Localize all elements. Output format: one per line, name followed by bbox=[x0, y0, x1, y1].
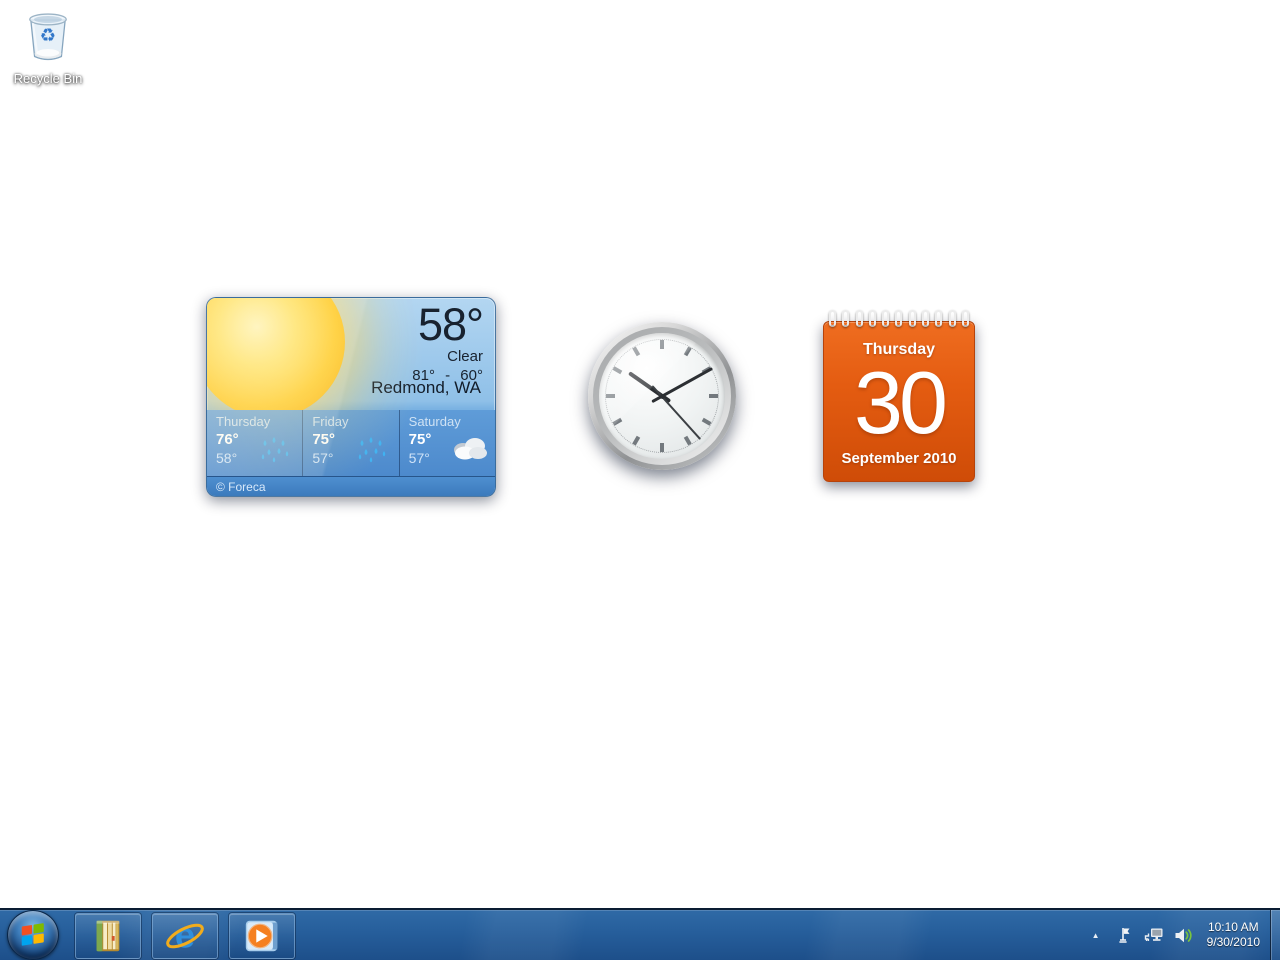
show-desktop-button[interactable] bbox=[1270, 910, 1280, 960]
network-icon[interactable] bbox=[1142, 924, 1166, 946]
recycle-bin-icon: ♻ bbox=[22, 6, 74, 64]
forecast-day: Thursday 76° 58° bbox=[207, 410, 302, 478]
rain-icon bbox=[354, 432, 392, 464]
foreca-label: © Foreca bbox=[216, 480, 266, 494]
calendar-spiral-binding bbox=[829, 310, 969, 330]
start-button[interactable] bbox=[7, 910, 59, 960]
calendar-page: Thursday 30 September 2010 bbox=[823, 321, 975, 482]
taskbar-button-windows-explorer[interactable] bbox=[75, 913, 141, 959]
clock-gadget[interactable] bbox=[588, 322, 736, 470]
svg-text:e: e bbox=[175, 915, 195, 955]
recycle-bin-label: Recycle Bin bbox=[14, 71, 83, 86]
taskbar-button-internet-explorer[interactable]: e bbox=[152, 913, 218, 959]
tray-date: 9/30/2010 bbox=[1207, 935, 1260, 950]
calendar-day-number: 30 bbox=[824, 363, 974, 444]
weather-condition: Clear bbox=[412, 348, 483, 365]
calendar-gadget[interactable]: Thursday 30 September 2010 bbox=[823, 310, 975, 482]
weather-current: 58° Clear 81° - 60° bbox=[412, 302, 483, 384]
system-tray: ▲ bbox=[1083, 910, 1280, 960]
current-temperature: 58° bbox=[412, 302, 483, 347]
internet-explorer-icon: e bbox=[163, 915, 207, 957]
clock-hands bbox=[599, 333, 725, 459]
clock-center-cap bbox=[660, 394, 665, 399]
desktop: ♻ Recycle Bin 58° Clear 81° - 60° Redmon… bbox=[0, 0, 1280, 960]
taskbar-clock[interactable]: 10:10 AM 9/30/2010 bbox=[1207, 920, 1260, 950]
weather-attribution-link[interactable]: © Foreca bbox=[207, 476, 495, 496]
windows-media-player-icon bbox=[242, 916, 282, 956]
forecast-day: Saturday 75° 57° bbox=[399, 410, 495, 478]
cloudy-icon bbox=[450, 432, 488, 464]
weather-gadget[interactable]: 58° Clear 81° - 60° Redmond, WA Thursday… bbox=[206, 297, 496, 497]
action-center-flag-icon[interactable] bbox=[1112, 924, 1136, 946]
wallpaper-light-rays bbox=[0, 0, 1280, 960]
taskbar-button-windows-media-player[interactable] bbox=[229, 913, 295, 959]
recycle-bin[interactable]: ♻ Recycle Bin bbox=[8, 6, 88, 88]
forecast-day: Friday 75° 57° bbox=[302, 410, 398, 478]
taskbar: e ▲ bbox=[0, 908, 1280, 960]
second-hand bbox=[652, 385, 701, 440]
svg-text:♻: ♻ bbox=[40, 25, 56, 46]
rain-icon bbox=[257, 432, 295, 464]
sun-icon bbox=[206, 297, 345, 418]
windows-explorer-icon bbox=[89, 916, 127, 956]
show-hidden-icons-button[interactable]: ▲ bbox=[1083, 931, 1109, 940]
forecast-row: Thursday 76° 58° Friday 75° 57° bbox=[207, 410, 495, 478]
calendar-month-year: September 2010 bbox=[824, 450, 974, 467]
weather-location: Redmond, WA bbox=[371, 378, 481, 398]
tray-time: 10:10 AM bbox=[1207, 920, 1260, 935]
windows-logo-icon bbox=[18, 920, 48, 950]
volume-icon[interactable] bbox=[1172, 924, 1196, 946]
